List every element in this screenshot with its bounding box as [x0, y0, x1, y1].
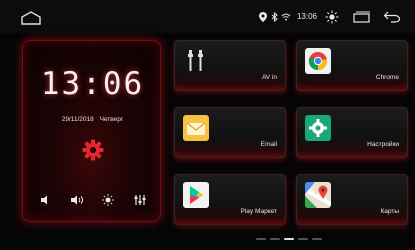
app-tile-chrome[interactable]: Chrome [296, 40, 408, 91]
home-screen: 13:06 29/11/2018 Четверг AV in Chrome Em… [0, 33, 415, 250]
app-tile-maps[interactable]: G Карты [296, 174, 408, 225]
page-dot-active[interactable] [284, 238, 294, 240]
app-label: AV in [261, 74, 277, 81]
brightness-control-icon[interactable] [100, 194, 116, 206]
back-icon[interactable] [383, 11, 401, 23]
status-time: 13:06 [296, 12, 317, 21]
app-label: Email [260, 141, 277, 148]
clock-time: 13:06 [40, 66, 145, 102]
svg-text:G: G [309, 189, 315, 196]
audio-jack-icon [188, 50, 203, 71]
app-label: Настройки [367, 141, 399, 148]
date-row: 29/11/2018 Четверг [23, 116, 162, 123]
home-icon[interactable] [20, 11, 42, 25]
app-label: Chrome [375, 74, 399, 81]
page-dot[interactable] [256, 238, 266, 240]
settings-icon [305, 115, 331, 141]
app-tile-email[interactable]: Email [174, 107, 286, 158]
settings-gear-icon[interactable] [82, 139, 104, 161]
volume-up-icon[interactable] [69, 194, 85, 206]
app-label: Карты [380, 208, 399, 215]
email-icon [183, 115, 209, 141]
chrome-icon [305, 48, 331, 74]
app-tile-play-market[interactable]: Play Маркет [174, 174, 286, 225]
equalizer-icon[interactable] [132, 194, 148, 206]
bluetooth-icon [271, 11, 278, 22]
recent-apps-icon[interactable] [353, 11, 371, 23]
status-bar: 13:06 [0, 0, 415, 33]
app-tile-av-in[interactable]: AV in [174, 40, 286, 91]
volume-down-icon[interactable] [37, 194, 53, 206]
page-dot[interactable] [298, 238, 308, 240]
page-dot[interactable] [270, 238, 280, 240]
clock-date: 29/11/2018 [61, 116, 94, 123]
clock-weekday: Четверг [99, 116, 124, 123]
clock-widget[interactable]: 13:06 29/11/2018 Четверг [22, 40, 161, 222]
wifi-icon [281, 13, 291, 20]
app-label: Play Маркет [240, 208, 277, 215]
location-pin-icon [258, 11, 267, 22]
maps-icon: G [305, 182, 331, 208]
quick-controls [23, 194, 162, 206]
page-dot[interactable] [312, 238, 322, 240]
play-store-icon [183, 182, 209, 208]
page-indicator [256, 238, 322, 240]
brightness-icon[interactable] [325, 10, 339, 24]
app-tile-settings[interactable]: Настройки [296, 107, 408, 158]
